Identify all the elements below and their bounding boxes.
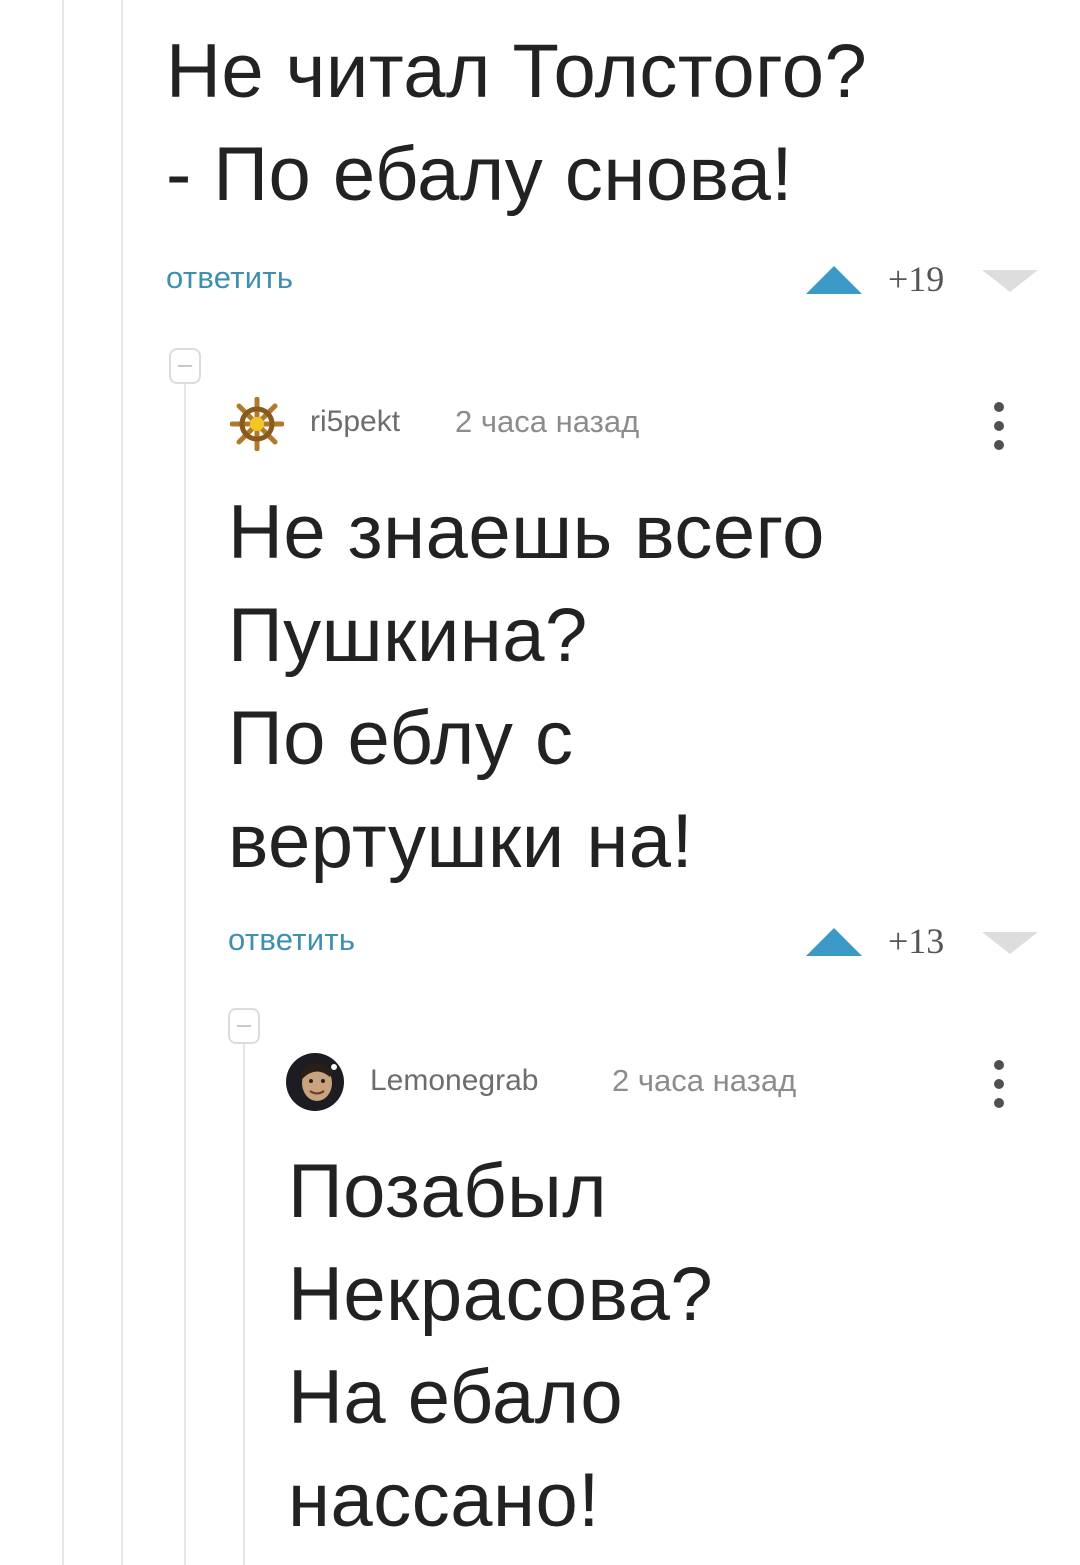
downvote-icon[interactable] xyxy=(982,932,1038,954)
reply-button[interactable]: ответить xyxy=(228,922,355,958)
collapse-thread-button[interactable] xyxy=(228,1008,260,1044)
comment-text: Не читал Толстого? - По ебалу снова! xyxy=(166,29,868,217)
more-options-icon[interactable] xyxy=(994,402,1004,450)
downvote-icon[interactable] xyxy=(982,270,1038,292)
more-options-icon[interactable] xyxy=(994,1060,1004,1108)
user-photo-avatar xyxy=(286,1053,344,1111)
comment-score: +13 xyxy=(888,921,945,961)
thread-line-level-1 xyxy=(121,0,123,1565)
thread-line-level-2 xyxy=(184,384,186,1565)
comment-score: +19 xyxy=(888,259,945,299)
collapse-thread-button[interactable] xyxy=(169,348,201,384)
comment-time: 2 часа назад xyxy=(612,1063,797,1098)
ship-wheel-icon xyxy=(230,397,284,451)
comment-text: Позабыл Некрасова? На ебало нассано! xyxy=(288,1149,714,1543)
comment-author[interactable]: ri5pekt xyxy=(310,405,400,439)
comment-author[interactable]: Lemonegrab xyxy=(370,1064,538,1098)
reply-button[interactable]: ответить xyxy=(166,260,293,296)
upvote-icon[interactable] xyxy=(806,928,862,956)
comment-text: Не знаешь всего Пушкина? По еблу с верту… xyxy=(228,490,825,884)
thread-line-root xyxy=(62,0,64,1565)
upvote-icon[interactable] xyxy=(806,266,862,294)
thread-line-level-3 xyxy=(243,1042,245,1565)
comment-time: 2 часа назад xyxy=(455,404,640,439)
